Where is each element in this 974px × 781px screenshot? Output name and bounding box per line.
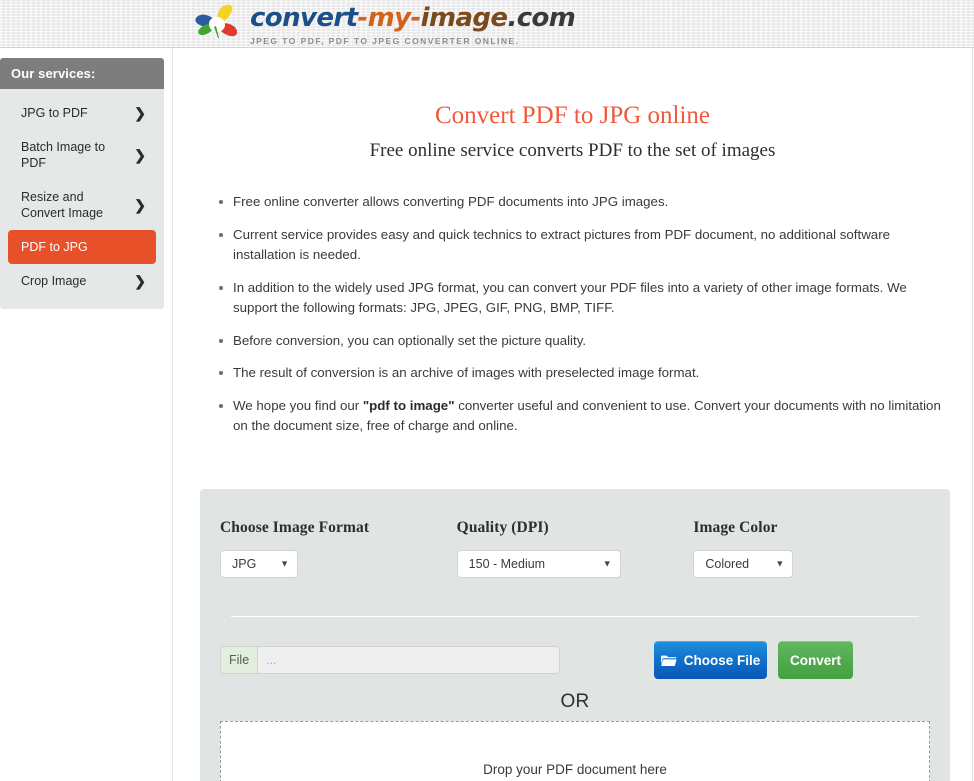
chevron-right-icon: ❯ bbox=[134, 197, 146, 213]
chevron-down-icon: ▼ bbox=[280, 558, 289, 569]
chevron-down-icon: ▼ bbox=[775, 558, 785, 569]
options-row: Choose Image Format JPG ▼ Quality (DPI) … bbox=[220, 519, 930, 578]
logo-part-convert: convert bbox=[250, 3, 358, 33]
logo-wordmark: convert-my-image.com bbox=[250, 3, 576, 33]
list-item: Before conversion, you can optionally se… bbox=[219, 331, 946, 352]
sidebar-item-pdf-to-jpg[interactable]: PDF to JPG bbox=[8, 230, 156, 264]
panel-divider bbox=[231, 616, 919, 617]
chevron-right-icon: ❯ bbox=[134, 273, 146, 289]
chevron-right-icon: ❯ bbox=[134, 147, 146, 163]
content-divider-right bbox=[972, 48, 973, 781]
folder-icon bbox=[660, 654, 677, 667]
list-item: Free online converter allows converting … bbox=[219, 192, 946, 213]
image-color-label: Image Color bbox=[693, 519, 778, 536]
file-input-prefix-label: File bbox=[221, 647, 259, 673]
list-item: In addition to the widely used JPG forma… bbox=[219, 278, 946, 319]
conversion-form-panel: Choose Image Format JPG ▼ Quality (DPI) … bbox=[200, 489, 950, 781]
site-logo[interactable]: convert-my-image.com JPEG TO PDF, PDF TO… bbox=[192, 2, 576, 47]
image-format-label: Choose Image Format bbox=[220, 519, 370, 536]
image-format-select[interactable]: JPG ▼ bbox=[220, 550, 298, 578]
clover-logo-icon bbox=[192, 3, 244, 47]
quality-dpi-value: 150 - Medium bbox=[468, 557, 546, 571]
image-color-select[interactable]: Colored ▼ bbox=[693, 550, 794, 578]
choose-file-button-label: Choose File bbox=[683, 652, 761, 668]
sidebar-item-label: Batch Image to PDF bbox=[21, 140, 106, 170]
list-item: Current service provides easy and quick … bbox=[219, 225, 946, 266]
list-item: The result of conversion is an archive o… bbox=[219, 363, 946, 384]
sidebar-item-label: Crop Image bbox=[21, 274, 87, 288]
file-dropzone[interactable]: Drop your PDF document here bbox=[220, 721, 930, 781]
logo-tagline: JPEG TO PDF, PDF TO JPEG CONVERTER ONLIN… bbox=[250, 36, 520, 46]
sidebar-item-label: Resize and Convert Image bbox=[21, 190, 103, 220]
sidebar-title: Our services: bbox=[0, 58, 164, 89]
sidebar: Our services: JPG to PDF ❯ Batch Image t… bbox=[0, 58, 164, 309]
main-content: Convert PDF to JPG online Free online se… bbox=[173, 48, 972, 781]
logo-part-my: -my- bbox=[357, 3, 421, 33]
convert-button-label: Convert bbox=[790, 652, 842, 668]
page-body: Our services: JPG to PDF ❯ Batch Image t… bbox=[0, 48, 974, 781]
image-color-field: Image Color Colored ▼ bbox=[693, 519, 930, 578]
page-subtitle: Free online service converts PDF to the … bbox=[369, 140, 776, 161]
feature-emphasis: "pdf to image" bbox=[362, 397, 455, 413]
choose-file-button[interactable]: Choose File bbox=[654, 641, 767, 679]
file-input-value[interactable]: ... bbox=[258, 647, 559, 673]
image-color-value: Colored bbox=[705, 557, 750, 571]
quality-dpi-label: Quality (DPI) bbox=[456, 519, 549, 536]
site-header: convert-my-image.com JPEG TO PDF, PDF TO… bbox=[0, 0, 974, 48]
logo-part-com: .com bbox=[507, 3, 576, 33]
page-title: Convert PDF to JPG online bbox=[434, 102, 711, 129]
logo-part-image: image bbox=[420, 3, 508, 33]
chevron-down-icon: ▼ bbox=[602, 558, 612, 569]
sidebar-item-crop-image[interactable]: Crop Image ❯ bbox=[8, 264, 156, 298]
sidebar-item-label: PDF to JPG bbox=[21, 240, 88, 254]
or-separator-label: OR bbox=[560, 691, 590, 712]
quality-dpi-select[interactable]: 150 - Medium ▼ bbox=[456, 550, 621, 578]
file-input-group[interactable]: File ... bbox=[220, 646, 560, 674]
dropzone-label: Drop your PDF document here bbox=[483, 761, 667, 777]
feature-prefix: We hope you find our bbox=[233, 397, 363, 413]
convert-button[interactable]: Convert bbox=[778, 641, 853, 679]
chevron-right-icon: ❯ bbox=[134, 105, 146, 121]
sidebar-item-label: JPG to PDF bbox=[21, 106, 88, 120]
image-format-value: JPG bbox=[232, 557, 257, 571]
sidebar-item-jpg-to-pdf[interactable]: JPG to PDF ❯ bbox=[8, 96, 156, 130]
sidebar-menu: JPG to PDF ❯ Batch Image to PDF ❯ Resize… bbox=[0, 89, 164, 309]
list-item-emphasis: We hope you find our "pdf to image" conv… bbox=[219, 396, 946, 437]
feature-list: Free online converter allows converting … bbox=[173, 192, 972, 437]
upload-row: File ... Choose File Convert bbox=[220, 641, 930, 679]
sidebar-item-resize-and-convert-image[interactable]: Resize and Convert Image ❯ bbox=[8, 180, 156, 230]
image-format-field: Choose Image Format JPG ▼ bbox=[220, 519, 457, 578]
quality-dpi-field: Quality (DPI) 150 - Medium ▼ bbox=[456, 519, 694, 578]
sidebar-item-batch-image-to-pdf[interactable]: Batch Image to PDF ❯ bbox=[8, 130, 156, 180]
